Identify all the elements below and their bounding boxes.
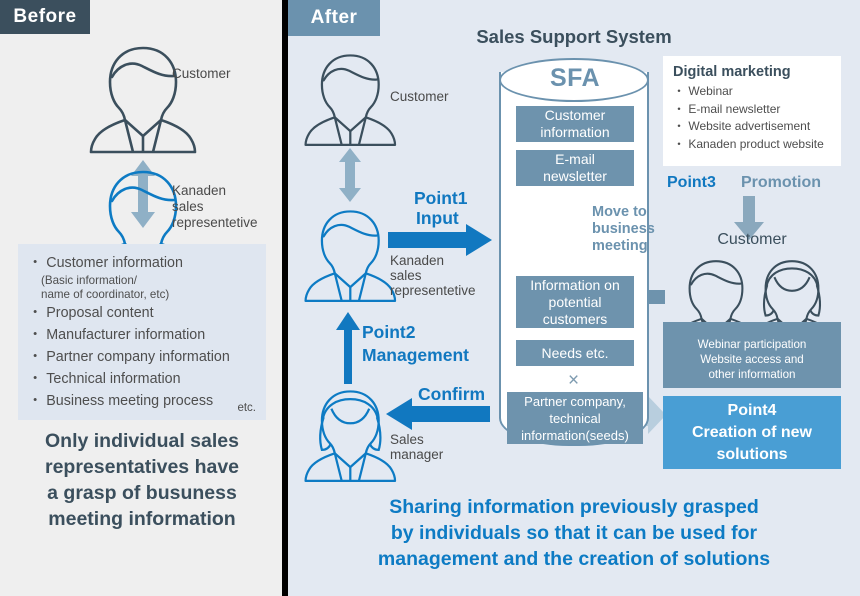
sfa-box-line-2: newsletter [543,168,607,184]
sfa-box-line-1: Customer [544,107,606,123]
multiply-icon: × [568,370,580,391]
etc-label: etc. [237,402,256,414]
right-sales-rep-label-3: representetive [390,283,476,298]
confirm-label: Confirm [418,384,486,404]
sfa-box-line-2: technical [549,410,601,426]
sfa-label: SFA [549,64,601,92]
list-item-sublabel-2: name of coordinator, etc) [41,288,170,301]
point4-line-2: Creation of new [691,423,812,441]
list-item: ・ Webinar [673,84,733,98]
webinar-line-1: Webinar participation [697,338,807,351]
after-caption-line-1: Sharing information previously grasped [389,496,759,518]
move-line-3: meeting [592,238,648,254]
tab-before-label: Before [13,6,77,27]
left-sales-rep-label-2: sales [172,199,204,214]
sales-manager-label-2: manager [390,447,444,462]
sfa-box-line-1: E-mail [555,151,595,167]
list-item: ・ Manufacturer information [28,327,206,343]
right-customer-label: Customer [390,89,449,104]
sfa-box-line-1: Needs etc. [541,344,609,361]
point1-label: Point1 [414,188,468,208]
left-sales-rep-label-3: representetive [172,215,258,230]
sfa-box-line-3: information(seeds) [521,427,629,443]
sfa-box-line-2: information [540,124,610,140]
left-customer-label: Customer [172,66,231,81]
sfa-box-customer-information: Customer information [516,106,634,142]
list-item: ・ Technical information [28,371,181,387]
system-title: Sales Support System [476,26,672,47]
diagram-root: Before Customer Kanaden sales represente… [0,0,860,596]
list-item-label: ・ Customer information [28,255,183,271]
sfa-box-potential-customers: Information on potential customers [516,276,634,328]
right-sales-rep-label-1: Kanaden [390,253,445,268]
before-info-card: ・ Customer information (Basic informatio… [18,244,266,420]
after-caption-line-2: by individuals so that it can be used fo… [390,522,758,544]
move-line-2: business [592,221,655,237]
before-info-list: ・ Customer information (Basic informatio… [18,244,266,412]
customer-pair-label: Customer [717,231,787,248]
point1-action-label: Input [416,208,459,228]
point2-label: Point2 [362,322,416,342]
promotion-label: Promotion [741,174,821,191]
sfa-box-email-newsletter: E-mail newsletter [516,150,634,186]
point4-box: Point4 Creation of new solutions [663,396,841,469]
move-to-meeting-label: Move to business meeting [592,204,655,255]
sfa-box-line-2: potential [548,293,602,310]
before-caption: Only individual sales representatives ha… [8,428,276,532]
left-sales-rep-label-1: Kanaden [172,183,227,198]
sfa-box-needs: Needs etc. [516,340,634,366]
after-caption-line-3: management and the creation of solutions [377,548,771,570]
list-item: ・ Website advertisement [673,119,811,133]
sfa-box-partner-technical: Partner company, technical information(s… [507,392,643,444]
after-caption: Sharing information previously grasped b… [300,494,848,572]
webinar-line-3: other information [708,368,796,381]
list-item: ・ E-mail newsletter [673,101,781,116]
move-line-1: Move to [592,204,647,220]
right-sales-rep-label-2: sales [390,268,422,283]
list-item-sublabel-1: (Basic information/ [41,274,138,287]
list-item: ・ Proposal content [28,305,154,321]
webinar-info-box: Webinar participation Website access and… [663,322,841,388]
list-item: ・ Partner company information [28,349,230,365]
digital-marketing-title: Digital marketing [673,64,791,80]
point4-line-1: Point4 [727,401,777,419]
before-caption-line-1: Only individual sales [45,430,239,452]
before-caption-line-2: representatives have [44,456,240,478]
sales-manager-label-1: Sales [390,432,424,447]
list-item: ・ Business meeting process [28,393,214,409]
sfa-box-line-1: Information on [530,276,620,293]
before-caption-line-4: meeting information [48,508,236,530]
point2-action-label: Management [362,345,469,365]
list-item: ・ Customer information (Basic informatio… [28,253,266,302]
webinar-line-2: Website access and [700,353,804,366]
list-item: ・ Kanaden product website [673,136,824,151]
digital-marketing-card: Digital marketing ・ Webinar ・ E-mail new… [663,56,841,166]
sfa-box-line-1: Partner company, [524,393,626,409]
tab-before[interactable]: Before [0,0,90,34]
point3-label: Point3 [667,174,716,191]
digital-marketing-list: ・ Webinar ・ E-mail newsletter ・ Website … [663,83,841,153]
before-caption-line-3: a grasp of busuness [47,482,237,504]
point4-line-3: solutions [716,445,788,463]
sfa-box-line-3: customers [542,310,608,327]
